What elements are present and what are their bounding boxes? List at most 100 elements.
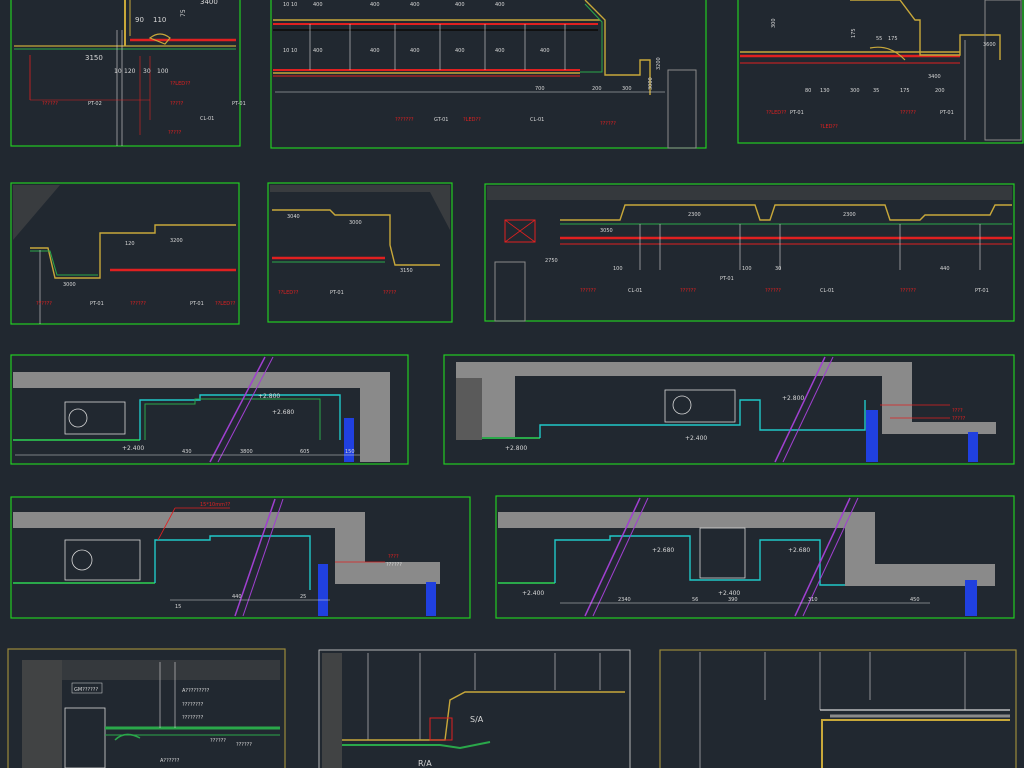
dim-text: 400 (455, 48, 465, 54)
dim-text: 175 (900, 88, 910, 94)
tag-text: ????? (168, 130, 182, 136)
dim-text: 440 (940, 266, 950, 272)
dim-text: 120 (124, 68, 136, 75)
tag-text: A?????? (160, 758, 180, 764)
tag-text: ????? (170, 101, 184, 107)
level-text: +2.400 (685, 435, 707, 442)
tag-text: ?LED?? (463, 117, 481, 123)
tag-text: CL-01 (820, 288, 834, 294)
tag-text: ?????? (765, 288, 781, 294)
dim-text: 100 (742, 266, 752, 272)
dim-text: 175 (851, 28, 857, 38)
level-text: +2.800 (258, 393, 280, 400)
tag-text: ?????? (680, 288, 696, 294)
tag-text: PT-01 (790, 110, 804, 116)
dim-text: 400 (410, 48, 420, 54)
tag-text: PT-01 (90, 301, 104, 307)
dim-text: 30 (143, 68, 151, 75)
tag-text: ?????? (42, 101, 58, 107)
dim-text: 2750 (545, 258, 558, 264)
dim-text: 450 (910, 597, 920, 603)
dim-text: 55 (876, 36, 882, 42)
dim-text: 25 (300, 594, 306, 600)
wall-hatch (22, 660, 62, 768)
tag-text: ?????? (36, 301, 52, 307)
tag-text: PT-01 (330, 290, 344, 296)
dim-text: 10 10 (283, 48, 297, 54)
tag-text: ?????? (210, 738, 226, 744)
tag-text: CL-01 (628, 288, 642, 294)
air-label: R/A (418, 759, 432, 768)
dim-text: 30 (775, 266, 781, 272)
level-text: +2.680 (272, 409, 294, 416)
dim-text: 80 (805, 88, 811, 94)
tag-text: ?????? (386, 562, 402, 568)
dim-text: 100 (157, 68, 169, 75)
tag-text: ?????? (900, 110, 916, 116)
tag-text: A????????? (182, 688, 210, 694)
blue-column (968, 432, 978, 462)
dim-text: 3800 (240, 449, 253, 455)
tag-text: 15*10mm?? (200, 502, 231, 508)
dim-text: 390 (728, 597, 738, 603)
dim-text: 2300 (843, 212, 856, 218)
dim-text: 3050 (600, 228, 613, 234)
tag-text: CL-01 (530, 117, 544, 123)
dim-text: 130 (820, 88, 830, 94)
dim-text: 150 (345, 449, 355, 455)
slab-hatch (456, 378, 482, 440)
cad-sheet: 3400 90 110 75 3150 10 120 30 100 ??????… (0, 0, 1024, 768)
dim-text: 605 (300, 449, 310, 455)
tag-text: ?????? (580, 288, 596, 294)
level-text: +2.400 (718, 590, 740, 597)
level-text: +2.680 (652, 547, 674, 554)
dim-text: 35 (873, 88, 879, 94)
dim-text: 200 (592, 86, 602, 92)
tag-text: ?????? (900, 288, 916, 294)
dim-text: 100 (613, 266, 623, 272)
dim-text: 2340 (618, 597, 631, 603)
dim-text: 400 (495, 48, 505, 54)
dim-text: 200 (935, 88, 945, 94)
blue-column (318, 564, 328, 616)
dim-text: 3600 (983, 42, 996, 48)
tag-text: ?LED?? (820, 124, 838, 130)
dim-text: 300 (622, 86, 632, 92)
tag-text: ???? (388, 554, 399, 560)
level-text: +2.400 (122, 445, 144, 452)
dim-text: 3200 (656, 57, 662, 70)
dim-text: 300 (850, 88, 860, 94)
wall-hatch (322, 653, 342, 768)
dim-text: 3150 (85, 54, 103, 62)
dim-text: 400 (313, 2, 323, 8)
tag-text: ??LED?? (766, 110, 787, 116)
dim-text: 400 (313, 48, 323, 54)
tag-text: ??????? (395, 117, 414, 123)
dim-text: 400 (370, 2, 380, 8)
dim-text: 3150 (400, 268, 413, 274)
dim-text: 430 (182, 449, 192, 455)
dim-text: 400 (410, 2, 420, 8)
dim-text: 3000 (648, 77, 654, 90)
dim-text: 440 (232, 594, 242, 600)
tag-text: ?????? (600, 121, 616, 127)
blue-column (965, 580, 977, 616)
tag-text: GM?????? (74, 687, 98, 693)
dim-text: 120 (125, 241, 135, 247)
dim-text: 56 (692, 597, 698, 603)
dim-text: 3040 (287, 214, 300, 220)
blue-column (866, 410, 878, 462)
level-text: +2.680 (788, 547, 810, 554)
dim-text: 10 (114, 68, 122, 75)
dim-text: 2300 (688, 212, 701, 218)
tag-text: ???????? (182, 715, 204, 721)
blue-column (426, 582, 436, 616)
tag-text: PT-01 (940, 110, 954, 116)
dim-text: 400 (455, 2, 465, 8)
dim-text: 10 10 (283, 2, 297, 8)
dim-text: 400 (495, 2, 505, 8)
tag-text: PT-01 (232, 101, 246, 107)
tag-text: PT-01 (975, 288, 989, 294)
level-text: +2.400 (522, 590, 544, 597)
tag-text: PT-01 (190, 301, 204, 307)
